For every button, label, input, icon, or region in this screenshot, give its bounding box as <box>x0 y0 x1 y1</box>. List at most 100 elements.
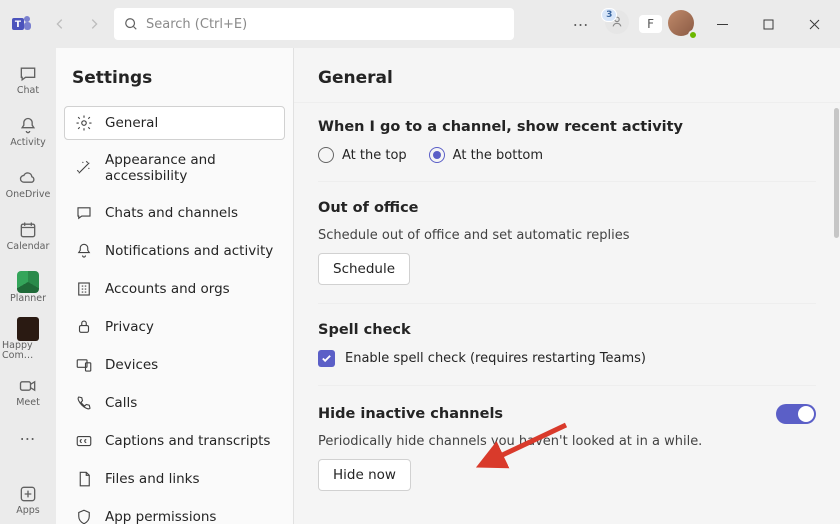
bell-icon <box>17 115 39 137</box>
nav-back-button[interactable] <box>46 10 74 38</box>
account-initial-chip[interactable]: F <box>639 15 662 33</box>
search-icon <box>124 17 138 31</box>
radio-label: At the top <box>342 148 407 163</box>
file-icon <box>75 470 93 488</box>
status-available-badge <box>688 30 698 40</box>
teams-logo-icon: T <box>10 12 34 36</box>
settings-item-accounts[interactable]: Accounts and orgs <box>64 272 285 306</box>
checkbox-label: Enable spell check (requires restarting … <box>345 351 646 366</box>
settings-item-label: App permissions <box>105 509 216 524</box>
settings-item-label: General <box>105 115 158 131</box>
radio-at-bottom[interactable]: At the bottom <box>429 147 543 163</box>
settings-item-chats-channels[interactable]: Chats and channels <box>64 196 285 230</box>
window-minimize-button[interactable] <box>702 8 742 40</box>
shield-icon <box>75 508 93 524</box>
out-of-office-heading: Out of office <box>318 200 816 216</box>
rail-onedrive[interactable]: OneDrive <box>2 158 54 208</box>
search-box[interactable] <box>114 8 514 40</box>
hide-inactive-heading: Hide inactive channels <box>318 406 756 422</box>
settings-item-devices[interactable]: Devices <box>64 348 285 382</box>
cc-icon <box>75 432 93 450</box>
titlebar-more-button[interactable]: ⋯ <box>563 6 599 42</box>
settings-item-app-permissions[interactable]: App permissions <box>64 500 285 524</box>
presence-count-badge: 3 <box>601 8 617 22</box>
rail-label: Meet <box>16 398 40 408</box>
title-bar: T ⋯ 3 F <box>0 0 840 48</box>
calendar-icon <box>17 219 39 241</box>
checkbox-checked-icon <box>318 350 335 367</box>
rail-chat[interactable]: Chat <box>2 54 54 104</box>
wand-icon <box>75 159 93 177</box>
chat-icon <box>17 63 39 85</box>
settings-nav: Settings General Appearance and accessib… <box>56 48 294 524</box>
settings-item-privacy[interactable]: Privacy <box>64 310 285 344</box>
out-of-office-desc: Schedule out of office and set automatic… <box>318 228 816 243</box>
spell-check-checkbox-row[interactable]: Enable spell check (requires restarting … <box>318 350 816 367</box>
rail-calendar[interactable]: Calendar <box>2 210 54 260</box>
apps-add-icon <box>17 483 39 505</box>
window-maximize-button[interactable] <box>748 8 788 40</box>
rail-apps[interactable]: Apps <box>2 474 54 524</box>
section-divider <box>318 181 816 182</box>
search-input[interactable] <box>146 17 504 32</box>
profile-avatar-button[interactable] <box>668 10 696 38</box>
settings-item-calls[interactable]: Calls <box>64 386 285 420</box>
page-title: General <box>294 48 840 103</box>
rail-label: Activity <box>10 138 46 148</box>
settings-item-label: Captions and transcripts <box>105 433 270 449</box>
settings-item-label: Notifications and activity <box>105 243 273 259</box>
rail-label: Calendar <box>7 242 50 252</box>
hide-now-button[interactable]: Hide now <box>318 459 411 491</box>
settings-item-label: Devices <box>105 357 158 373</box>
settings-item-label: Files and links <box>105 471 200 487</box>
radio-dot-icon <box>429 147 445 163</box>
hide-inactive-desc: Periodically hide channels you haven't l… <box>318 434 816 449</box>
rail-label: Apps <box>16 506 40 516</box>
bell-icon <box>75 242 93 260</box>
settings-item-appearance[interactable]: Appearance and accessibility <box>64 144 285 192</box>
settings-item-captions[interactable]: Captions and transcripts <box>64 424 285 458</box>
schedule-button[interactable]: Schedule <box>318 253 410 285</box>
settings-content: General When I go to a channel, show rec… <box>294 48 840 524</box>
lock-icon <box>75 318 93 336</box>
rail-activity[interactable]: Activity <box>2 106 54 156</box>
rail-happy-com[interactable]: Happy Com… <box>2 314 54 364</box>
rail-planner[interactable]: Planner <box>2 262 54 312</box>
settings-item-label: Accounts and orgs <box>105 281 230 297</box>
phone-icon <box>75 394 93 412</box>
org-presence-button[interactable]: 3 <box>605 10 633 38</box>
gear-icon <box>75 114 93 132</box>
spell-check-heading: Spell check <box>318 322 816 338</box>
settings-item-notifications[interactable]: Notifications and activity <box>64 234 285 268</box>
section-divider <box>318 303 816 304</box>
chat-icon <box>75 204 93 222</box>
rail-label: OneDrive <box>6 190 51 200</box>
recent-activity-radio-group: At the top At the bottom <box>318 147 816 163</box>
settings-item-general[interactable]: General <box>64 106 285 140</box>
planner-icon <box>17 271 39 293</box>
rail-label: Happy Com… <box>2 341 54 360</box>
app-rail: Chat Activity OneDrive Calendar Planner … <box>0 48 56 524</box>
settings-item-files-links[interactable]: Files and links <box>64 462 285 496</box>
rail-label: Chat <box>17 86 39 96</box>
recent-activity-heading: When I go to a channel, show recent acti… <box>318 119 816 135</box>
rail-more-button[interactable]: ⋯ <box>2 418 54 458</box>
content-scroll[interactable]: When I go to a channel, show recent acti… <box>294 103 840 524</box>
settings-item-label: Privacy <box>105 319 154 335</box>
radio-label: At the bottom <box>453 148 543 163</box>
radio-at-top[interactable]: At the top <box>318 147 407 163</box>
section-divider <box>318 385 816 386</box>
hide-inactive-toggle[interactable] <box>776 404 816 424</box>
window-close-button[interactable] <box>794 8 834 40</box>
settings-item-label: Calls <box>105 395 137 411</box>
radio-dot-icon <box>318 147 334 163</box>
rail-label: Planner <box>10 294 46 304</box>
scrollbar-thumb[interactable] <box>834 108 839 238</box>
svg-text:T: T <box>15 20 22 30</box>
devices-icon <box>75 356 93 374</box>
building-icon <box>75 280 93 298</box>
tile-icon <box>17 318 39 340</box>
rail-meet[interactable]: Meet <box>2 366 54 416</box>
nav-forward-button[interactable] <box>80 10 108 38</box>
settings-title: Settings <box>64 68 285 102</box>
